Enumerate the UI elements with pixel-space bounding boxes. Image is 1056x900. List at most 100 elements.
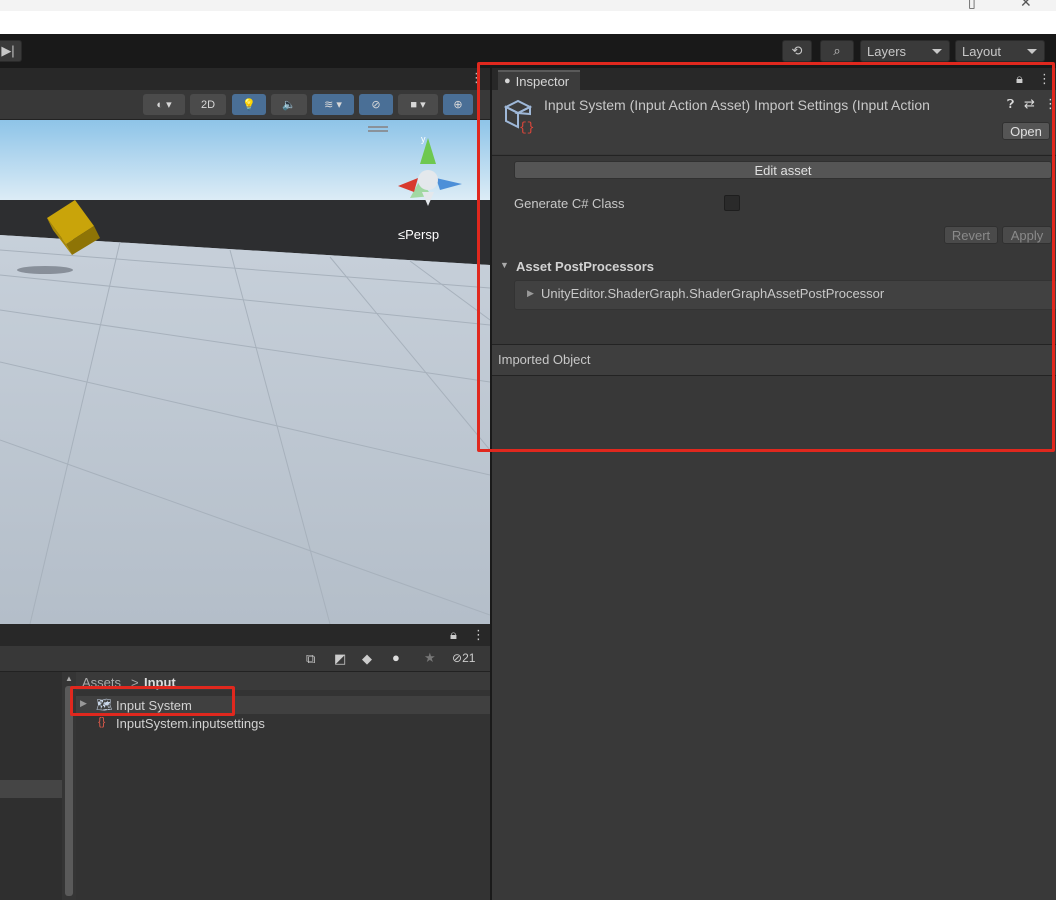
- scroll-up-icon[interactable]: ▲: [65, 674, 73, 683]
- expand-arrow-icon[interactable]: ▶: [80, 698, 87, 709]
- tab-inspector[interactable]: ● Inspector: [498, 70, 580, 90]
- shading-mode-icon: ◐ ▾: [156, 99, 172, 111]
- project-toolbar: ⧉ ◩ ◆ ● ★ ⊘21: [0, 646, 490, 672]
- main-toolbar: ▶| ⟲ ⌕ Layers Layout: [0, 34, 1056, 68]
- undo-history-button[interactable]: ⟲: [782, 40, 812, 62]
- layout-dropdown[interactable]: Layout: [955, 40, 1045, 62]
- input-action-asset-icon: 🗺︎: [96, 697, 113, 712]
- inspector-header: {} Input System (Input Action Asset) Imp…: [492, 90, 1056, 154]
- divider: [492, 375, 1056, 376]
- apply-button[interactable]: Apply: [1002, 226, 1052, 244]
- help-icon[interactable]: ❓︎: [1007, 97, 1014, 112]
- scrollbar-thumb[interactable]: [65, 686, 73, 896]
- toggle-2d-button[interactable]: 2D: [190, 94, 226, 115]
- more-options-icon[interactable]: ⋮: [1044, 96, 1056, 112]
- scene-tab-bar: ⋮: [0, 68, 490, 90]
- toggle-2d-label: 2D: [200, 98, 216, 111]
- breadcrumb-current[interactable]: Input: [144, 675, 176, 690]
- generate-class-checkbox[interactable]: [724, 195, 740, 211]
- label-icon[interactable]: ◆: [362, 651, 372, 667]
- audio-icon: 🔈: [282, 99, 296, 111]
- chevron-down-icon: [1027, 49, 1037, 54]
- foldout-arrow-icon: ▼: [500, 260, 509, 270]
- gizmo-icon: ⊕: [453, 99, 463, 111]
- visibility-off-icon: ⊘: [452, 651, 463, 665]
- inspector-title: Input System (Input Action Asset) Import…: [544, 97, 930, 113]
- more-options-icon[interactable]: ⋮: [472, 627, 485, 643]
- info-icon[interactable]: ●: [392, 650, 400, 665]
- hidden-objects-toggle[interactable]: ⊘: [359, 94, 393, 115]
- tree-selected-row[interactable]: [0, 780, 62, 798]
- inspector-empty-area: [492, 450, 1056, 900]
- lock-icon[interactable]: 🔒︎: [450, 627, 457, 643]
- list-item-label: InputSystem.inputsettings: [116, 716, 265, 731]
- search-button[interactable]: ⌕: [820, 40, 854, 62]
- step-icon: ▶|: [1, 43, 15, 58]
- more-options-icon[interactable]: ⋮: [470, 70, 483, 86]
- scene-toolbar: ◐ ▾ 2D 💡 🔈 ≋ ▾ ⊘ ■ ▾ ⊕: [0, 90, 490, 120]
- apply-label: Apply: [1010, 227, 1044, 243]
- scene-viewport[interactable]: y ≤Persp: [0, 120, 490, 624]
- lock-icon[interactable]: 🔒︎: [1016, 71, 1023, 87]
- info-icon: ●: [504, 75, 511, 87]
- list-item[interactable]: ▶ 🗺︎ Input System: [76, 696, 490, 714]
- title-strip: [0, 0, 1056, 11]
- breadcrumb: Assets > Input: [76, 672, 490, 690]
- maximize-icon[interactable]: ▯: [968, 0, 976, 11]
- divider: [492, 155, 1056, 156]
- imported-object-header[interactable]: Imported Object: [492, 345, 1056, 375]
- postprocessors-label: Asset PostProcessors: [516, 259, 655, 274]
- hidden-count: 21: [462, 651, 476, 665]
- edit-asset-label: Edit asset: [754, 162, 812, 178]
- settings-asset-icon: {}: [98, 716, 106, 728]
- camera-dropdown[interactable]: ■ ▾: [398, 94, 438, 115]
- revert-button[interactable]: Revert: [944, 226, 998, 244]
- effects-dropdown[interactable]: ≋ ▾: [312, 94, 354, 115]
- layers-dropdown[interactable]: Layers: [860, 40, 950, 62]
- history-icon: ⟲: [791, 43, 803, 58]
- postprocessor-label: UnityEditor.ShaderGraph.ShaderGraphAsset…: [541, 286, 885, 301]
- window-title-bar: ▯ ✕: [0, 0, 1056, 34]
- projection-label[interactable]: ≤Persp: [398, 227, 439, 242]
- postprocessor-item[interactable]: ▶ UnityEditor.ShaderGraph.ShaderGraphAss…: [514, 280, 1056, 310]
- persp-label: Persp: [405, 227, 440, 242]
- project-folder-tree[interactable]: [0, 672, 62, 900]
- tab-label: Inspector: [515, 73, 570, 89]
- search-by-type-icon[interactable]: ⧉: [306, 651, 315, 667]
- list-item[interactable]: {} InputSystem.inputsettings: [76, 714, 490, 732]
- list-item-label: Input System: [116, 698, 192, 713]
- visibility-off-icon: ⊘: [371, 99, 381, 111]
- camera-icon: ■ ▾: [410, 99, 426, 111]
- postprocessors-foldout[interactable]: ▼ Asset PostProcessors: [492, 257, 1056, 277]
- inspector-tab-bar: ● Inspector 🔒︎ ⋮: [492, 68, 1056, 90]
- generate-class-label: Generate C# Class: [514, 196, 625, 211]
- gizmos-toggle[interactable]: ⊕: [443, 94, 473, 115]
- scene-render: y: [0, 120, 490, 624]
- effects-icon: ≋ ▾: [324, 99, 342, 111]
- breadcrumb-root[interactable]: Assets: [82, 675, 121, 690]
- favorite-star-icon[interactable]: ★: [424, 650, 436, 666]
- chevron-down-icon: [932, 49, 942, 54]
- close-icon[interactable]: ✕: [1020, 0, 1032, 11]
- audio-toggle[interactable]: 🔈: [271, 94, 307, 115]
- breadcrumb-separator: >: [131, 675, 139, 690]
- project-tab-bar: 🔒︎ ⋮: [0, 624, 490, 646]
- hidden-packages-toggle[interactable]: ⊘21: [452, 651, 475, 665]
- draw-mode-dropdown[interactable]: ◐ ▾: [143, 94, 185, 115]
- project-asset-list[interactable]: Assets > Input ▶ 🗺︎ Input System {} Inpu…: [76, 672, 490, 900]
- preset-icon[interactable]: ⇄: [1024, 96, 1035, 112]
- step-button[interactable]: ▶|: [0, 40, 22, 62]
- svg-text:y: y: [421, 134, 426, 144]
- more-options-icon[interactable]: ⋮: [1038, 71, 1051, 87]
- tree-scrollbar[interactable]: ▲: [62, 672, 76, 900]
- search-icon: ⌕: [833, 43, 841, 58]
- inspector-panel: ● Inspector 🔒︎ ⋮ {} Input System (Input …: [490, 68, 1056, 900]
- open-button[interactable]: Open: [1002, 122, 1050, 140]
- edit-asset-button[interactable]: Edit asset: [514, 161, 1052, 179]
- lighting-toggle[interactable]: 💡: [232, 94, 266, 115]
- revert-label: Revert: [951, 227, 991, 243]
- svg-text:{}: {}: [519, 120, 535, 134]
- filter-type-icon[interactable]: ◩: [334, 651, 346, 667]
- lightbulb-icon: 💡: [242, 99, 256, 111]
- layout-label: Layout: [962, 43, 1002, 59]
